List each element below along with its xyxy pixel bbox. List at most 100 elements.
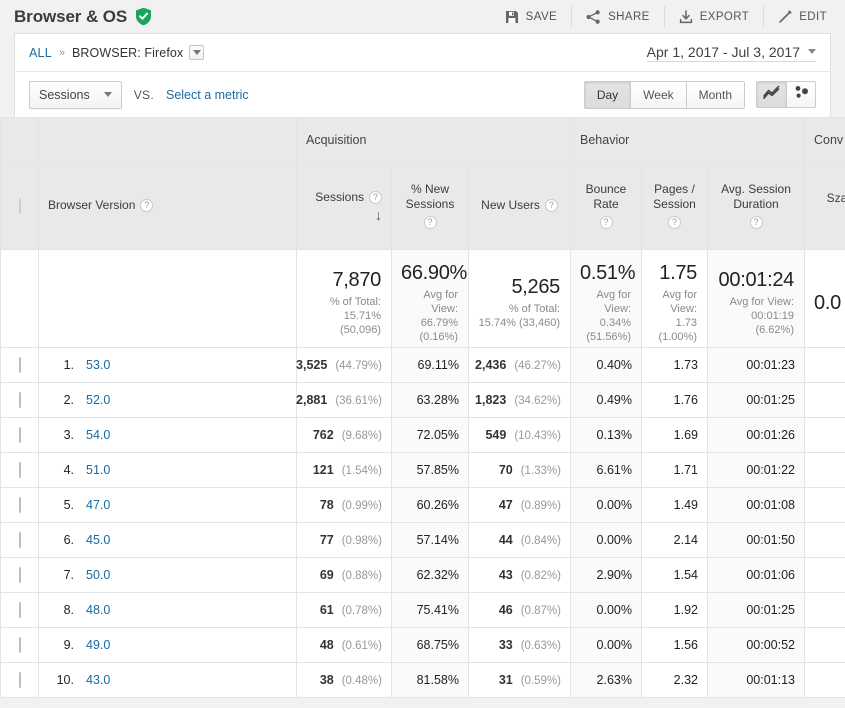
column-header-sessions[interactable]: Sessions ? ↓ xyxy=(296,161,392,250)
row-dimension-cell: 5. 47.0 xyxy=(38,487,297,523)
row-checkbox[interactable] xyxy=(18,392,21,408)
row-conversion-cell xyxy=(804,487,845,523)
column-header-pages-session[interactable]: Pages / Session ? xyxy=(641,161,708,250)
row-new-users-pct: (1.33%) xyxy=(520,465,561,477)
help-icon[interactable]: ? xyxy=(369,191,382,204)
row-index: 2. xyxy=(63,393,74,407)
table-row: 6. 45.0 77 (0.98%) 57.14% 44 (0.84%) 0.0… xyxy=(0,522,845,558)
row-pages-session-cell: 2.14 xyxy=(641,522,708,558)
browser-version-link[interactable]: 47.0 xyxy=(86,498,110,512)
row-pages-session-cell: 1.76 xyxy=(641,382,708,418)
avg-session-duration-label: Avg. Session Duration xyxy=(721,182,791,211)
row-conversion-cell xyxy=(804,557,845,593)
granularity-week-button[interactable]: Week xyxy=(630,80,686,109)
row-checkbox[interactable] xyxy=(18,427,21,443)
row-index: 5. xyxy=(63,498,74,512)
share-button[interactable]: SHARE xyxy=(572,5,665,28)
page-header: Browser & OS SAVE SHARE EXPORT EDIT xyxy=(0,0,845,33)
row-pages-session-cell: 1.92 xyxy=(641,592,708,628)
row-checkbox[interactable] xyxy=(18,672,21,688)
row-sessions-cell: 762 (9.68%) xyxy=(296,417,392,453)
row-sessions-cell: 38 (0.48%) xyxy=(296,662,392,698)
help-icon[interactable]: ? xyxy=(599,216,613,229)
primary-metric-label: Sessions xyxy=(39,87,90,102)
row-select-cell xyxy=(0,557,39,593)
edit-button[interactable]: EDIT xyxy=(764,6,831,28)
scatter-plot-button[interactable] xyxy=(786,81,816,108)
row-checkbox[interactable] xyxy=(18,567,21,583)
row-conversion-cell xyxy=(804,592,845,628)
summary-conversion-value: 0.0 xyxy=(814,291,841,314)
row-checkbox[interactable] xyxy=(18,637,21,653)
row-checkbox[interactable] xyxy=(18,532,21,548)
row-pages-session-cell: 1.56 xyxy=(641,627,708,663)
column-header-bounce-rate[interactable]: Bounce Rate ? xyxy=(570,161,642,250)
summary-avg-duration-sub: Avg for View: 00:01:19 (6.62%) xyxy=(729,296,794,336)
help-icon[interactable]: ? xyxy=(140,199,154,212)
edit-label: EDIT xyxy=(799,10,827,23)
row-checkbox[interactable] xyxy=(18,602,21,618)
group-header-blank-dim xyxy=(38,117,297,162)
pages-session-label: Pages / Session xyxy=(653,182,696,211)
row-index: 8. xyxy=(63,603,74,617)
select-all-checkbox[interactable] xyxy=(18,197,21,214)
breadcrumb-all-link[interactable]: ALL xyxy=(29,46,52,60)
row-new-users-value: 1,823 xyxy=(475,393,507,407)
conversion-rate-label: Sza adı (G- Conv Rate xyxy=(826,190,845,205)
browser-version-link[interactable]: 48.0 xyxy=(86,603,110,617)
row-select-cell xyxy=(0,592,39,628)
row-new-users-pct: (0.82%) xyxy=(520,570,561,582)
summary-pages-session-value: 1.75 xyxy=(659,262,697,284)
help-icon[interactable]: ? xyxy=(544,199,558,212)
row-avg-duration-cell: 00:01:50 xyxy=(707,522,805,558)
row-sessions-pct: (9.68%) xyxy=(341,430,382,442)
select-metric-link[interactable]: Select a metric xyxy=(166,88,249,102)
line-chart-icon xyxy=(763,85,780,104)
browser-version-link[interactable]: 49.0 xyxy=(86,638,110,652)
date-range-picker[interactable]: Apr 1, 2017 - Jul 3, 2017 xyxy=(646,44,816,62)
help-icon[interactable]: ? xyxy=(749,216,763,229)
summary-new-users-value: 5,265 xyxy=(511,276,560,298)
column-header-browser-version[interactable]: Browser Version ? xyxy=(38,161,297,250)
page-title: Browser & OS xyxy=(14,6,128,26)
export-button[interactable]: EXPORT xyxy=(665,5,765,28)
row-checkbox[interactable] xyxy=(18,497,21,513)
row-index: 1. xyxy=(63,358,74,372)
browser-version-link[interactable]: 45.0 xyxy=(86,533,110,547)
browser-version-link[interactable]: 43.0 xyxy=(86,673,110,687)
row-new-users-cell: 33 (0.63%) xyxy=(468,627,571,663)
granularity-day-button[interactable]: Day xyxy=(583,80,631,109)
browser-version-link[interactable]: 50.0 xyxy=(86,568,110,582)
column-header-pct-new-sessions[interactable]: % New Sessions ? xyxy=(391,161,469,250)
row-new-users-pct: (34.62%) xyxy=(514,395,561,407)
row-new-users-cell: 31 (0.59%) xyxy=(468,662,571,698)
line-chart-button[interactable] xyxy=(756,81,786,108)
granularity-month-button[interactable]: Month xyxy=(685,80,745,109)
browser-version-link[interactable]: 51.0 xyxy=(86,463,110,477)
header-actions: SAVE SHARE EXPORT EDIT xyxy=(491,0,831,33)
new-users-label: New Users xyxy=(481,198,540,212)
summary-bounce-rate-value: 0.51% xyxy=(580,262,636,284)
row-new-users-pct: (10.43%) xyxy=(514,430,561,442)
save-button[interactable]: SAVE xyxy=(491,5,573,28)
help-icon[interactable]: ? xyxy=(423,216,437,229)
row-pct-new-cell: 81.58% xyxy=(391,662,469,698)
column-header-new-users[interactable]: New Users ? xyxy=(468,161,571,250)
browser-version-link[interactable]: 52.0 xyxy=(86,393,110,407)
row-checkbox[interactable] xyxy=(18,357,21,373)
column-header-conversion-rate[interactable]: Sza adı (G- Conv Rate xyxy=(804,161,845,250)
table-summary-row: 7,870 % of Total: 15.71% (50,096) 66.90%… xyxy=(0,249,845,348)
help-icon[interactable]: ? xyxy=(668,216,681,229)
row-sessions-pct: (0.99%) xyxy=(341,500,382,512)
row-avg-duration-cell: 00:01:08 xyxy=(707,487,805,523)
row-avg-duration-cell: 00:01:25 xyxy=(707,592,805,628)
row-index: 10. xyxy=(56,673,74,687)
save-floppy-icon xyxy=(505,10,519,24)
breadcrumb-dropdown-button[interactable] xyxy=(189,45,205,60)
column-header-avg-session-duration[interactable]: Avg. Session Duration ? xyxy=(707,161,805,250)
breadcrumb-current: BROWSER: Firefox xyxy=(71,45,184,60)
browser-version-link[interactable]: 54.0 xyxy=(86,428,110,442)
browser-version-link[interactable]: 53.0 xyxy=(86,358,110,372)
primary-metric-select[interactable]: Sessions xyxy=(29,80,122,109)
row-checkbox[interactable] xyxy=(18,462,21,478)
